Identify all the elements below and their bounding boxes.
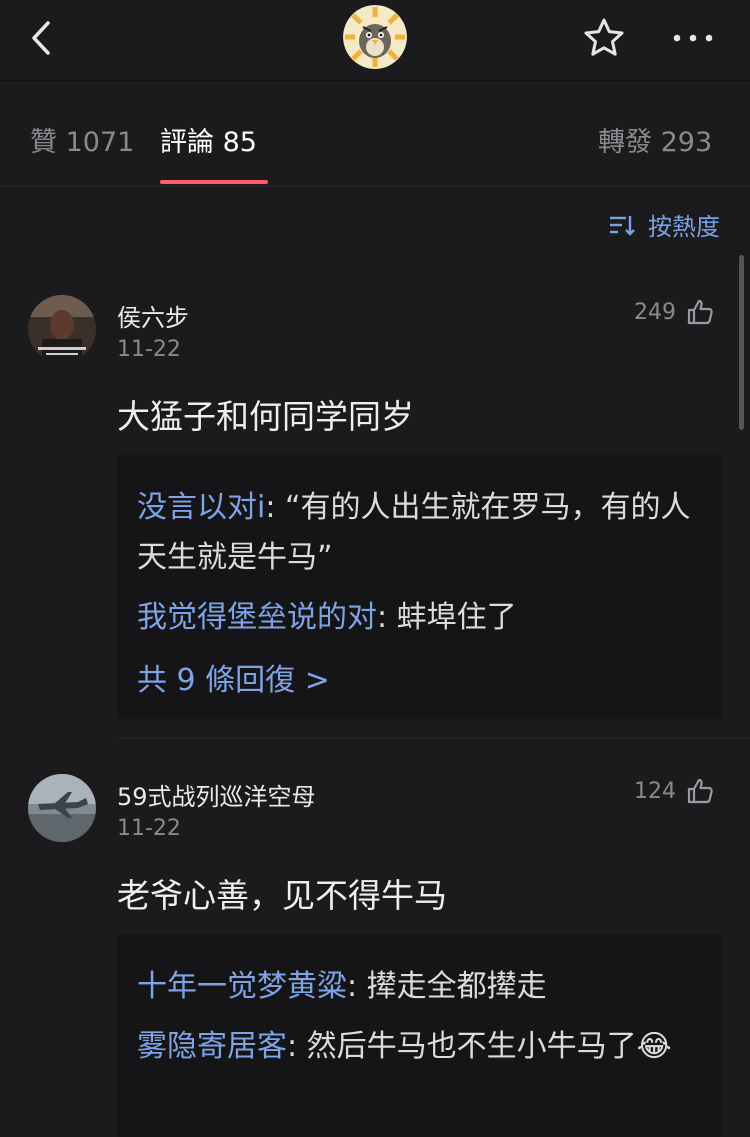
- reply-separator: :: [265, 490, 285, 525]
- reply-text: 蚌埠住了: [396, 600, 517, 635]
- thumb-up-icon: [687, 778, 713, 804]
- reply-author[interactable]: 我觉得堡垒说的对: [137, 600, 377, 635]
- thumb-up-icon: [687, 299, 713, 325]
- more-dots-icon[interactable]: [670, 26, 716, 50]
- reply-separator: :: [347, 969, 367, 1004]
- comment-text: 大猛子和何同学同岁: [117, 397, 414, 436]
- active-tab-indicator: [160, 180, 268, 184]
- reply-author[interactable]: 没言以对i: [137, 490, 265, 525]
- comment-date: 11-22: [117, 816, 181, 841]
- tab-label: 贊: [30, 127, 57, 158]
- reply-text: 撵走全都撵走: [366, 969, 547, 1004]
- comment-author[interactable]: 59式战列巡洋空母: [117, 777, 316, 812]
- reply-box[interactable]: 没言以对i: “有的人出生就在罗马，有的人天生就是牛马” 我觉得堡垒说的对: 蚌…: [117, 455, 722, 719]
- avatar[interactable]: [28, 774, 96, 842]
- reply-item: 十年一觉梦黄粱: 撵走全都撵走: [137, 962, 707, 1012]
- tab-label: 轉發: [598, 127, 652, 158]
- tab-count: 293: [660, 127, 713, 158]
- sort-label: 按熱度: [648, 213, 720, 241]
- comment-date: 11-22: [117, 337, 181, 362]
- view-all-replies-link[interactable]: 共 9 條回復 >: [137, 655, 330, 699]
- reply-item: 我觉得堡垒说的对: 蚌埠住了: [137, 593, 707, 643]
- comment-text: 老爷心善，见不得牛马: [117, 876, 447, 915]
- top-bar: [0, 0, 750, 81]
- laughing-crying-emoji: 😂: [636, 1029, 672, 1064]
- account-avatar[interactable]: [343, 5, 407, 69]
- comment-author[interactable]: 侯六步: [117, 298, 189, 333]
- divider: [117, 738, 750, 739]
- avatar[interactable]: [28, 295, 96, 363]
- tab-bar: 贊 1071 評論 85 轉發 293: [0, 82, 750, 187]
- reply-author[interactable]: 十年一觉梦黄粱: [137, 969, 347, 1004]
- reply-separator: :: [287, 1029, 307, 1064]
- reply-text: 然后牛马也不生小牛马了: [306, 1029, 637, 1064]
- reply-author[interactable]: 雾隐寄居客: [137, 1029, 287, 1064]
- reply-item: 没言以对i: “有的人出生就在罗马，有的人天生就是牛马”: [137, 483, 707, 583]
- sort-button[interactable]: 按熱度: [608, 207, 720, 242]
- like-button[interactable]: 124: [634, 777, 714, 805]
- chevron-left-icon[interactable]: [22, 18, 62, 58]
- like-count: 249: [634, 299, 676, 325]
- tab-likes[interactable]: 贊 1071: [30, 120, 134, 159]
- tab-reposts[interactable]: 轉發 293: [598, 120, 712, 159]
- like-count: 124: [634, 778, 676, 804]
- star-outline-icon[interactable]: [582, 16, 626, 60]
- scrollbar[interactable]: [739, 255, 744, 430]
- reply-item: 雾隐寄居客: 然后牛马也不生小牛马了😂: [137, 1022, 707, 1072]
- tab-label: 評論: [160, 127, 214, 158]
- reply-separator: :: [377, 600, 397, 635]
- tab-comments[interactable]: 評論 85: [160, 120, 257, 159]
- tab-count: 1071: [65, 127, 135, 158]
- reply-box[interactable]: 十年一觉梦黄粱: 撵走全都撵走 雾隐寄居客: 然后牛马也不生小牛马了😂: [117, 934, 722, 1137]
- tab-count: 85: [222, 127, 257, 158]
- sort-icon: [610, 215, 635, 236]
- like-button[interactable]: 249: [634, 298, 714, 326]
